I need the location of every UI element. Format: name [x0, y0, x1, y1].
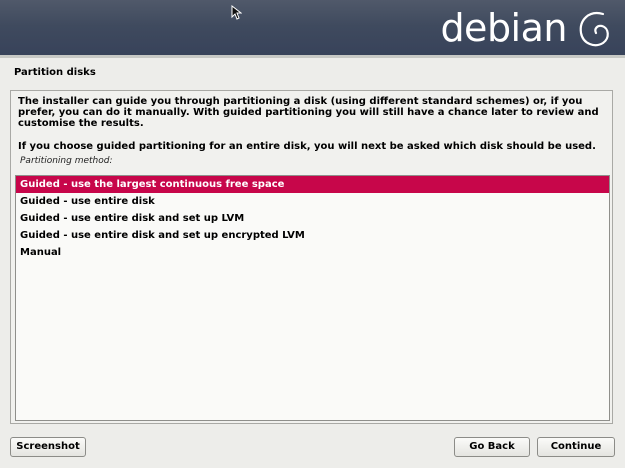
partition-option[interactable]: Guided - use entire disk: [16, 193, 609, 210]
mouse-pointer-icon: [231, 5, 242, 20]
partitioning-method-list[interactable]: Guided - use the largest continuous free…: [15, 175, 610, 421]
partition-option[interactable]: Guided - use entire disk and set up encr…: [16, 227, 609, 244]
installer-banner: debian: [0, 0, 625, 58]
debian-swirl-icon: [579, 12, 609, 47]
partition-panel: The installer can guide you through part…: [10, 90, 613, 424]
debian-logo-text: debian: [440, 6, 567, 50]
page-title: Partition disks: [14, 67, 96, 78]
guided-note-text: If you choose guided partitioning for an…: [18, 141, 596, 152]
partition-option[interactable]: Guided - use the largest continuous free…: [16, 176, 609, 193]
partition-option[interactable]: Manual: [16, 244, 609, 261]
partitioning-method-label: Partitioning method:: [20, 156, 113, 166]
screenshot-button[interactable]: Screenshot: [10, 437, 86, 457]
go-back-button[interactable]: Go Back: [454, 437, 530, 457]
description-text: The installer can guide you through part…: [18, 96, 599, 129]
partition-option[interactable]: Guided - use entire disk and set up LVM: [16, 210, 609, 227]
continue-button[interactable]: Continue: [537, 437, 615, 457]
banner-divider: [0, 55, 625, 58]
